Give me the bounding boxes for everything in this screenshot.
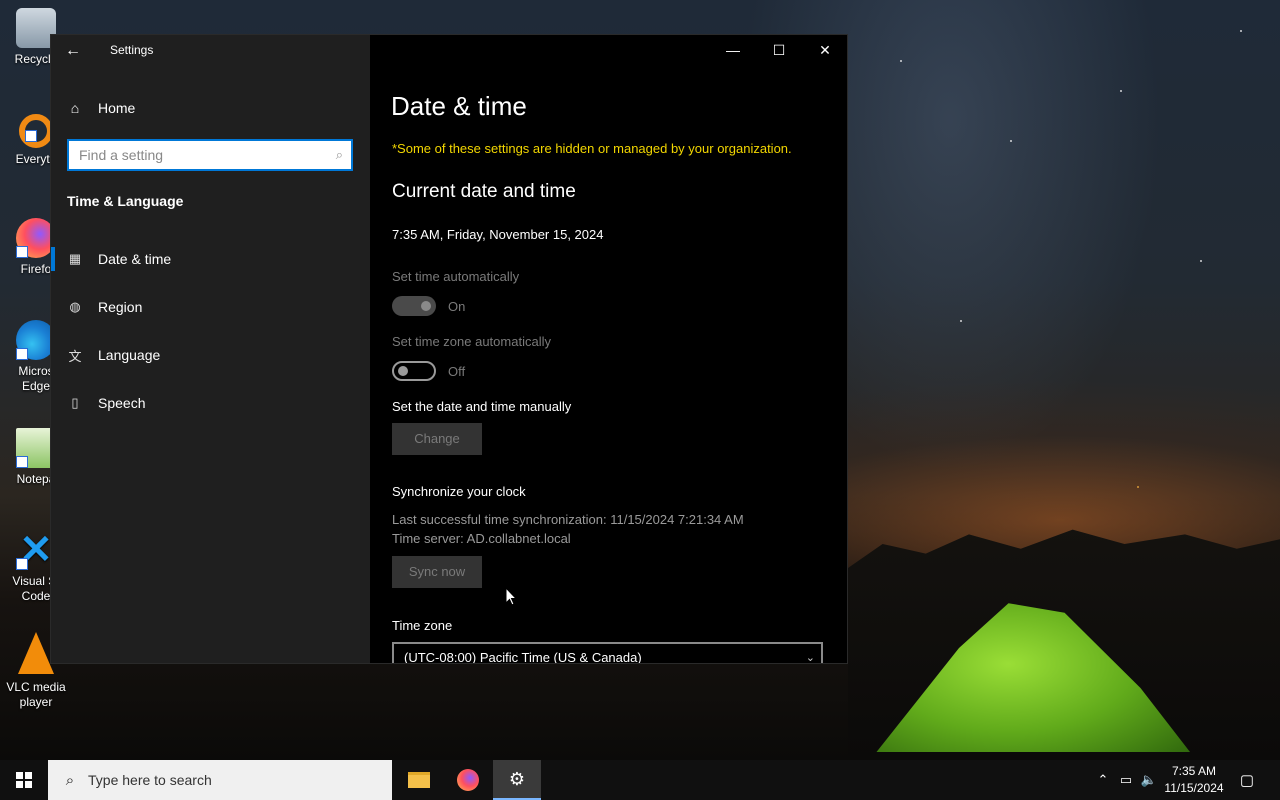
firefox-icon (457, 769, 479, 791)
sidebar-item-label: Speech (98, 395, 146, 411)
taskbar-clock[interactable]: 7:35 AM 11/15/2024 (1158, 763, 1230, 797)
wallpaper-star (1120, 90, 1122, 92)
clock-date: 11/15/2024 (1164, 781, 1224, 795)
vlc-icon (18, 632, 54, 674)
wallpaper-star (1010, 140, 1012, 142)
wallpaper-star (1240, 30, 1242, 32)
find-setting-search: ⌕ (67, 139, 353, 171)
home-icon: ⌂ (70, 100, 80, 116)
change-button[interactable]: Change (392, 423, 482, 455)
close-button[interactable]: ✕ (802, 35, 847, 67)
desktop-icon-label: VLC media player (6, 680, 66, 709)
window-title: Settings (110, 43, 154, 57)
sidebar-item-label: Date & time (98, 251, 172, 267)
settings-content: Date & time *Some of these settings are … (370, 35, 847, 664)
start-button[interactable] (0, 760, 48, 800)
managed-notice: *Some of these settings are hidden or ma… (392, 141, 792, 156)
taskbar-settings[interactable]: ⚙ (493, 760, 541, 800)
mouse-cursor-icon (505, 587, 517, 606)
windows-logo-icon (16, 772, 32, 788)
sidebar-item-speech[interactable]: ▯ Speech (51, 383, 370, 423)
language-icon: 文 (68, 348, 82, 364)
wallpaper-star (900, 60, 902, 62)
taskbar-file-explorer[interactable] (395, 760, 443, 800)
set-tz-auto-label: Set time zone automatically (392, 334, 551, 349)
sync-clock-heading: Synchronize your clock (392, 484, 526, 499)
window-titlebar: ← Settings — ☐ ✕ (51, 35, 847, 67)
set-time-auto-state: On (448, 299, 466, 314)
taskbar-search-placeholder: Type here to search (88, 772, 212, 788)
back-arrow-icon[interactable]: ← (61, 41, 85, 61)
wallpaper-star (1200, 260, 1202, 262)
minimize-button[interactable]: — (710, 35, 756, 67)
manual-date-time-label: Set the date and time manually (392, 399, 572, 414)
sidebar-item-label: Language (98, 347, 161, 363)
maximize-button[interactable]: ☐ (756, 35, 802, 67)
toggle-knob (398, 366, 408, 376)
nav-home-label: Home (98, 100, 136, 116)
sidebar-item-language[interactable]: 文 Language (51, 335, 370, 375)
search-icon: ⌕ (65, 771, 75, 789)
show-hidden-icons-chevron[interactable]: ⌃ (1092, 760, 1114, 800)
page-title: Date & time (391, 91, 527, 121)
wallpaper-star (1137, 486, 1139, 488)
set-time-auto-label: Set time automatically (392, 269, 520, 284)
sidebar-item-date-time[interactable]: ▦ Date & time (51, 239, 370, 279)
time-zone-select[interactable]: (UTC-08:00) Pacific Time (US & Canada) ⌄ (392, 642, 823, 664)
settings-gear-icon: ⚙ (508, 768, 526, 789)
current-date-time-value: 7:35 AM, Friday, November 15, 2024 (392, 227, 604, 242)
everything-search-icon (19, 114, 53, 148)
sidebar-item-label: Region (98, 299, 143, 315)
taskbar: ⌕ Type here to search ⚙ ⌃ ▭ 🔈 7:35 AM 11… (0, 760, 1280, 800)
nav-home[interactable]: ⌂ Home (67, 97, 136, 119)
toggle-knob (421, 301, 431, 311)
sidebar-item-region[interactable]: ◍ Region (51, 287, 370, 327)
time-zone-label: Time zone (392, 618, 453, 633)
current-date-time-heading: Current date and time (392, 181, 576, 202)
taskbar-search-box[interactable]: ⌕ Type here to search (48, 760, 392, 800)
chevron-down-icon: ⌄ (805, 652, 815, 664)
calendar-clock-icon: ▦ (68, 251, 82, 266)
settings-window: ⌂ Home ⌕ Time & Language ▦ Date & time ◍… (50, 34, 848, 664)
volume-muted-icon[interactable]: 🔈 (1138, 760, 1160, 800)
set-time-auto-toggle[interactable] (392, 296, 436, 316)
find-setting-input[interactable] (69, 141, 319, 169)
clock-time: 7:35 AM (1171, 764, 1217, 778)
file-explorer-icon (408, 772, 430, 788)
set-tz-auto-toggle[interactable] (392, 361, 436, 381)
network-icon[interactable]: ▭ (1114, 760, 1138, 800)
time-server-text: Time server: AD.collabnet.local (392, 531, 571, 546)
globe-icon: ◍ (69, 299, 81, 314)
set-tz-auto-state: Off (448, 364, 466, 379)
selected-indicator (51, 247, 55, 271)
sidebar-section-title: Time & Language (67, 193, 184, 209)
wallpaper-star (960, 320, 962, 322)
notification-center-icon[interactable]: ▢ (1234, 760, 1260, 800)
search-icon: ⌕ (335, 147, 343, 162)
last-sync-text: Last successful time synchronization: 11… (392, 512, 744, 527)
settings-sidebar: ⌂ Home ⌕ Time & Language ▦ Date & time ◍… (51, 35, 370, 663)
time-zone-value: (UTC-08:00) Pacific Time (US & Canada) (404, 650, 642, 664)
taskbar-firefox[interactable] (444, 760, 492, 800)
sync-now-button[interactable]: Sync now (392, 556, 482, 588)
microphone-icon: ▯ (71, 395, 79, 410)
